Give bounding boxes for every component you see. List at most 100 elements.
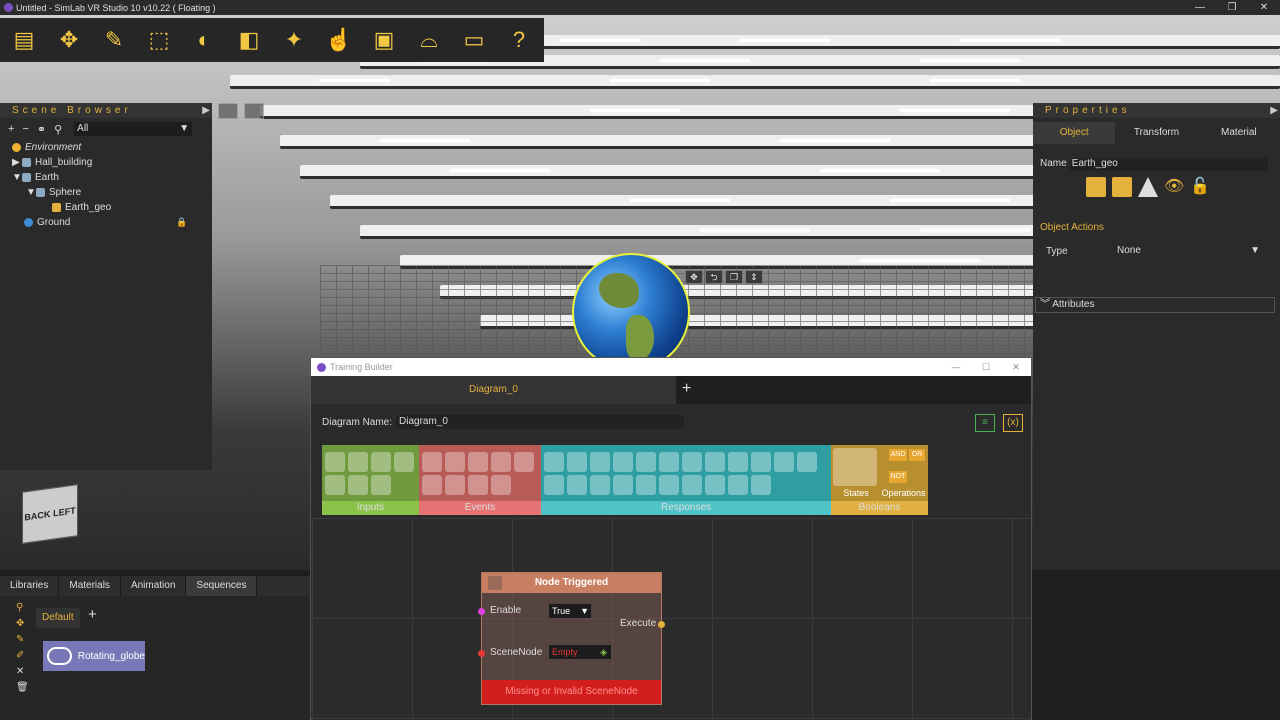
navigation-cube[interactable]: BACK LEFT [22, 484, 78, 544]
response-node-icon[interactable] [705, 474, 725, 495]
response-node-icon[interactable] [659, 451, 679, 472]
remove-icon[interactable]: − [22, 123, 28, 135]
pick-object-icon[interactable]: ◈ [600, 645, 607, 659]
response-node-icon[interactable] [682, 451, 702, 472]
enable-dropdown[interactable]: True ▼ [549, 604, 591, 618]
search-icon[interactable]: ⚲ [16, 602, 29, 613]
tree-item-sphere[interactable]: ▼ Sphere [0, 185, 212, 200]
response-node-icon[interactable] [682, 474, 702, 495]
tree-item-ground[interactable]: Ground 🔒 [0, 215, 212, 230]
close-button[interactable]: ✕ [1001, 362, 1031, 373]
input-node-icon[interactable] [348, 474, 368, 495]
expand-icon[interactable]: ▶ [12, 157, 22, 168]
navcube-left[interactable]: LEFT [53, 505, 76, 518]
or-button[interactable]: OR [909, 449, 925, 461]
collapse-icon[interactable]: ▼ [12, 172, 22, 183]
tab-transform[interactable]: Transform [1115, 122, 1197, 144]
visibility-icon[interactable]: 👁 [1164, 177, 1184, 197]
tree-item-environment[interactable]: Environment [0, 140, 212, 155]
move-icon[interactable]: ✥ [16, 618, 29, 629]
effects-icon[interactable]: ✦ [276, 22, 312, 58]
close-button[interactable]: ✕ [1248, 2, 1280, 13]
response-node-icon[interactable] [636, 451, 656, 472]
tree-item-hall-building[interactable]: ▶ Hall_building [0, 155, 212, 170]
link-icon[interactable]: ⚭ [37, 123, 46, 136]
response-node-icon[interactable] [590, 474, 610, 495]
filter-dropdown[interactable]: All ▼ [74, 122, 193, 136]
search-icon[interactable]: ⚲ [54, 123, 62, 136]
edit-icon[interactable]: ✎ [16, 634, 29, 645]
shape-icon[interactable] [1138, 177, 1158, 197]
input-node-icon[interactable] [394, 451, 414, 472]
copy-gizmo-icon[interactable]: ❐ [725, 270, 743, 284]
attributes-section[interactable]: ︾ Attributes [1035, 297, 1275, 313]
scenenode-input-port[interactable] [478, 650, 485, 657]
event-node-icon[interactable] [445, 451, 465, 472]
delete-icon[interactable]: ✕ [16, 666, 29, 677]
undo-gizmo-icon[interactable]: ⮌ [705, 270, 723, 284]
add-sequence-button[interactable]: + [88, 606, 97, 623]
response-node-icon[interactable] [751, 451, 771, 472]
pick-icon[interactable]: ✐ [16, 650, 29, 661]
input-node-icon[interactable] [371, 451, 391, 472]
maximize-button[interactable]: ☐ [971, 362, 1001, 373]
input-node-icon[interactable] [325, 474, 345, 495]
layers-icon[interactable]: ≡ [975, 414, 995, 432]
tab-diagram-0[interactable]: Diagram_0 [311, 376, 676, 404]
tree-item-earth-geo[interactable]: Earth_geo [0, 200, 212, 215]
navcube-back[interactable]: BACK [24, 509, 50, 523]
collapse-arrow-icon[interactable]: ▶ [202, 103, 210, 118]
tab-object[interactable]: Object [1033, 122, 1116, 144]
folder-icon[interactable]: ▤ [6, 22, 42, 58]
edit-icon[interactable]: ✎ [96, 22, 132, 58]
sequence-item[interactable]: Rotating_globe [43, 641, 145, 671]
event-node-icon[interactable] [468, 474, 488, 495]
touch-icon[interactable]: ☝ [321, 22, 357, 58]
response-node-icon[interactable] [636, 474, 656, 495]
and-button[interactable]: AND [889, 449, 907, 461]
input-node-icon[interactable] [325, 451, 345, 472]
response-node-icon[interactable] [728, 474, 748, 495]
add-diagram-button[interactable]: + [682, 380, 691, 398]
diagram-canvas[interactable] [312, 518, 1030, 720]
scale-gizmo-icon[interactable]: ⇕ [745, 270, 763, 284]
response-node-icon[interactable] [613, 474, 633, 495]
minimize-button[interactable]: — [941, 362, 971, 373]
response-node-icon[interactable] [544, 451, 564, 472]
texture-icon[interactable]: ◧ [231, 22, 267, 58]
tab-animation[interactable]: Animation [121, 576, 187, 596]
event-node-icon[interactable] [422, 474, 442, 495]
select-icon[interactable]: ⬚ [141, 22, 177, 58]
collapse-icon[interactable]: ▼ [26, 187, 36, 198]
response-node-icon[interactable] [659, 474, 679, 495]
response-node-icon[interactable] [728, 451, 748, 472]
response-node-icon[interactable] [705, 451, 725, 472]
add-icon[interactable]: + [8, 123, 14, 135]
states-icon[interactable] [833, 448, 877, 486]
response-node-icon[interactable] [797, 451, 817, 472]
enable-input-port[interactable] [478, 608, 485, 615]
response-node-icon[interactable] [751, 474, 771, 495]
vr-headset-icon[interactable]: ⌓ [411, 22, 447, 58]
collapse-arrow-icon[interactable]: ▶ [1270, 103, 1278, 118]
layer-icon[interactable] [1086, 177, 1106, 197]
event-node-icon[interactable] [491, 451, 511, 472]
group-layer-icon[interactable] [1112, 177, 1132, 197]
tab-libraries[interactable]: Libraries [0, 576, 60, 596]
execute-output-port[interactable] [658, 621, 665, 628]
move-icon[interactable]: ✥ [51, 22, 87, 58]
minimize-button[interactable]: — [1184, 2, 1216, 13]
lock-icon[interactable]: 🔒 [176, 217, 187, 228]
presentation-icon[interactable]: ▭ [456, 22, 492, 58]
tab-sequences[interactable]: Sequences [186, 576, 258, 596]
response-node-icon[interactable] [544, 474, 564, 495]
tab-materials[interactable]: Materials [59, 576, 121, 596]
variable-icon[interactable]: (x) [1003, 414, 1023, 432]
help-icon[interactable]: ? [501, 22, 537, 58]
transform-gizmo[interactable]: ✥ ⮌ ❐ ⇕ [685, 270, 763, 284]
response-node-icon[interactable] [567, 451, 587, 472]
event-node-icon[interactable] [445, 474, 465, 495]
event-node-icon[interactable] [468, 451, 488, 472]
tree-item-earth[interactable]: ▼ Earth [0, 170, 212, 185]
earth-globe[interactable] [572, 253, 690, 371]
